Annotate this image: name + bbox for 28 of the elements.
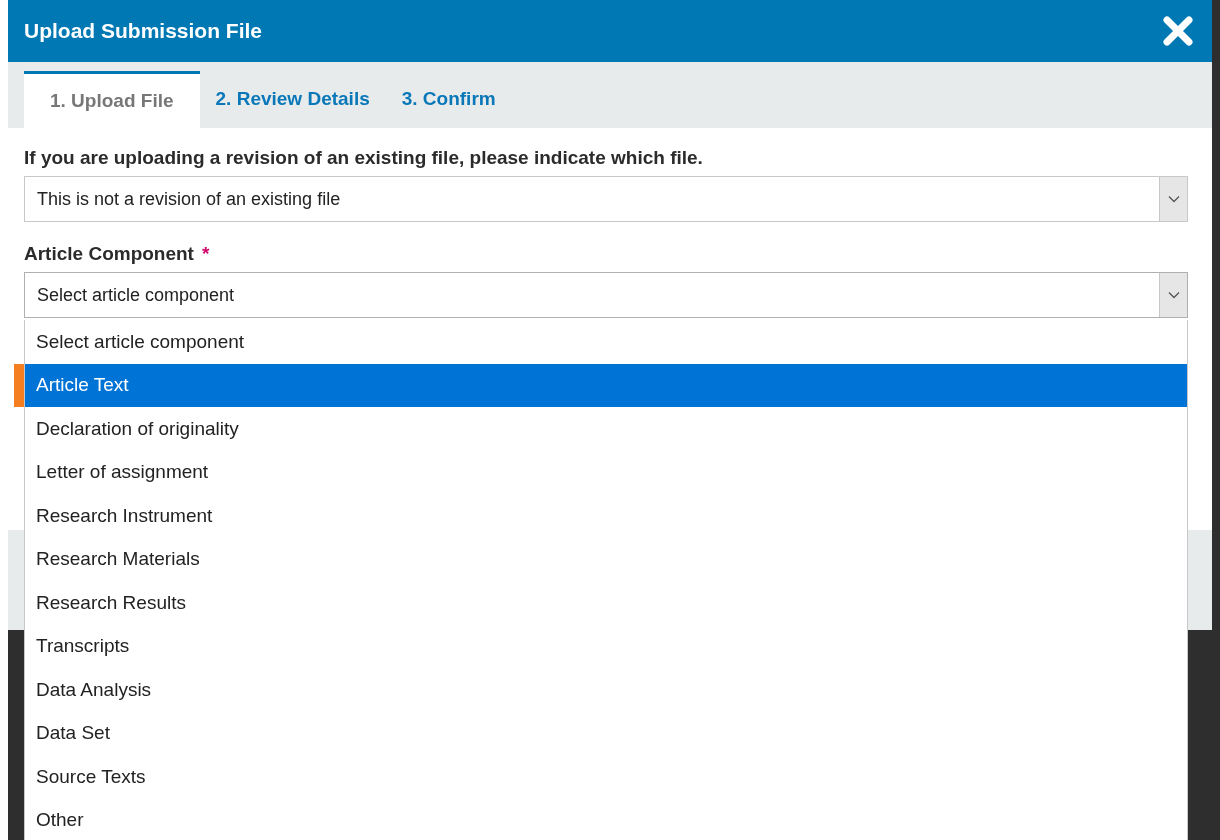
dropdown-option[interactable]: Source Texts xyxy=(25,755,1187,799)
field-label: If you are uploading a revision of an existing file, please indicate which file. xyxy=(24,146,704,170)
select-arrow-button[interactable] xyxy=(1159,273,1187,317)
dropdown-option[interactable]: Declaration of originality xyxy=(25,407,1187,451)
dropdown-option[interactable]: Other xyxy=(25,798,1187,840)
step-tab[interactable]: 2. Review Details xyxy=(199,71,386,128)
dropdown-option[interactable]: Select article component xyxy=(25,320,1187,364)
component-select[interactable]: Select article component xyxy=(24,272,1188,318)
dropdown-option[interactable]: Transcripts xyxy=(25,624,1187,668)
dropdown-option[interactable]: Research Materials xyxy=(25,537,1187,581)
focus-marker xyxy=(14,363,24,407)
field-label: Article Component xyxy=(24,242,194,266)
revision-select[interactable]: This is not a revision of an existing file xyxy=(24,176,1188,222)
chevron-down-icon xyxy=(1167,195,1180,203)
dropdown-option[interactable]: Data Set xyxy=(25,711,1187,755)
step-tab[interactable]: 1. Upload File xyxy=(24,71,200,128)
required-mark: * xyxy=(201,242,210,266)
select-arrow-button[interactable] xyxy=(1159,177,1187,221)
dropdown-option[interactable]: Data Analysis xyxy=(25,668,1187,712)
select-value: Select article component xyxy=(36,283,236,307)
dropdown-option[interactable]: Research Instrument xyxy=(25,494,1187,538)
dropdown-option[interactable]: Letter of assignment xyxy=(25,450,1187,494)
close-icon xyxy=(1162,15,1194,47)
dropdown-option[interactable]: Research Results xyxy=(25,581,1187,625)
chevron-down-icon xyxy=(1167,291,1180,299)
select-value: This is not a revision of an existing file xyxy=(36,187,342,211)
step-tab[interactable]: 3. Confirm xyxy=(385,71,512,128)
dialog-title: Upload Submission File xyxy=(24,18,263,45)
